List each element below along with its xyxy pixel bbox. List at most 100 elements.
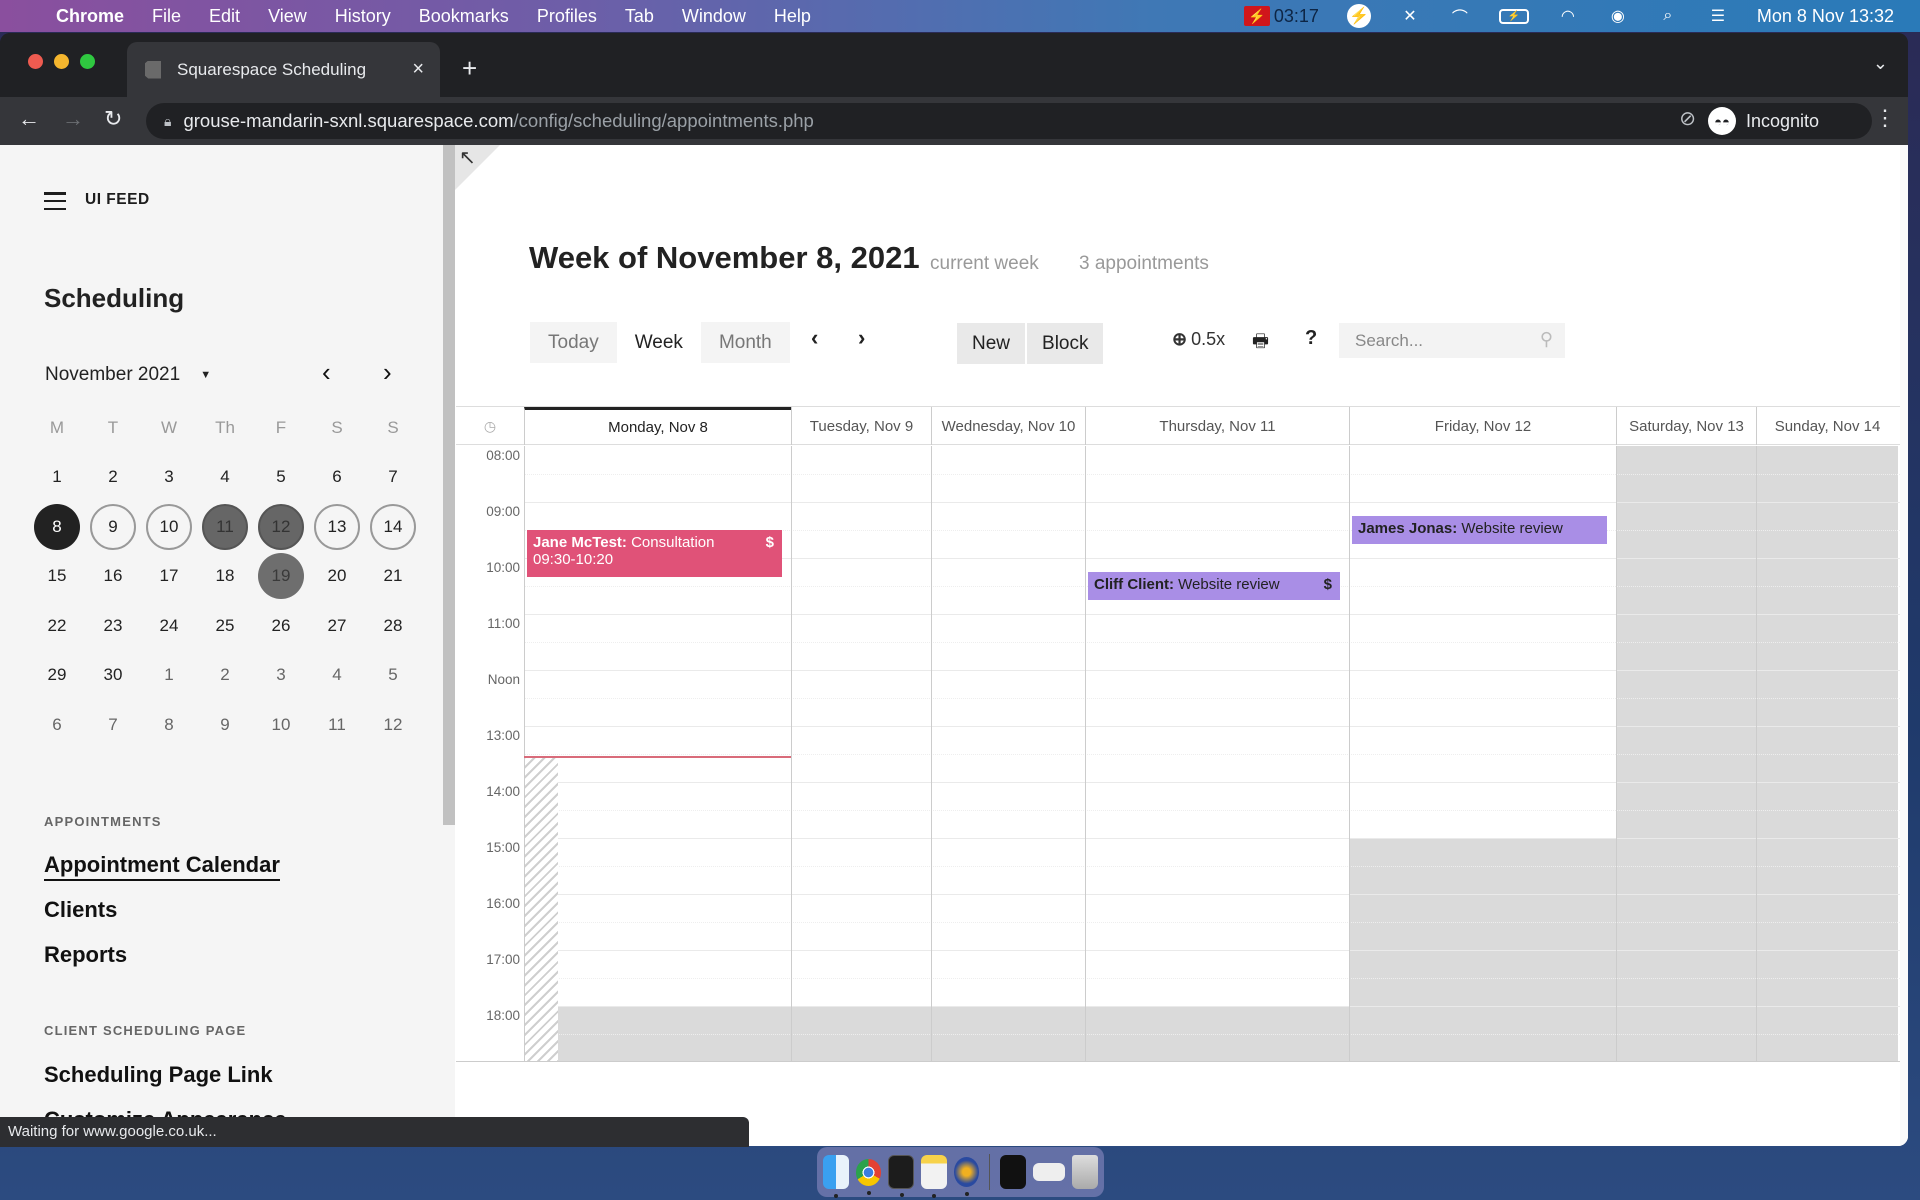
sidebar-link-scheduling-page-link[interactable]: Scheduling Page Link	[44, 1062, 273, 1088]
lock-icon[interactable]: 🔒︎	[164, 113, 171, 130]
bolt-app-icon[interactable]: ⚡	[1346, 4, 1371, 28]
day-column-header[interactable]: Saturday, Nov 13	[1616, 407, 1756, 445]
chrome-icon[interactable]	[855, 1158, 882, 1195]
mini-calendar-day[interactable]: 6	[29, 702, 85, 748]
battery-charging-icon[interactable]: ⚡	[1498, 8, 1529, 24]
control-center-icon[interactable]: ☰	[1707, 5, 1729, 27]
day-column-header[interactable]: Thursday, Nov 11	[1085, 407, 1349, 445]
menu-file[interactable]: File	[152, 6, 181, 27]
mini-calendar-day[interactable]: 8	[141, 702, 197, 748]
mini-calendar-day[interactable]: 2	[85, 454, 141, 500]
zoom-control[interactable]: ⊕ 0.5x	[1172, 329, 1225, 350]
mini-calendar-day[interactable]: 12	[365, 702, 421, 748]
incognito-profile-button[interactable]: ◓◓ Incognito	[1702, 103, 1872, 139]
screen-recorder-icon[interactable]	[1000, 1155, 1026, 1189]
mini-calendar-day[interactable]: 22	[29, 603, 85, 649]
mini-calendar-day[interactable]: 19	[258, 553, 304, 600]
mini-calendar-day[interactable]: 23	[85, 603, 141, 649]
user-account-icon[interactable]: ◉	[1607, 5, 1629, 27]
arrow-up-left-icon[interactable]: ↖	[459, 145, 476, 170]
day-column-header[interactable]: Wednesday, Nov 10	[931, 407, 1085, 445]
mini-calendar-day[interactable]: 20	[309, 553, 365, 599]
mini-calendar-day[interactable]: 3	[141, 454, 197, 500]
appointment-block[interactable]: James Jonas: Website review	[1352, 516, 1607, 544]
new-tab-button[interactable]: +	[462, 53, 477, 84]
mini-calendar-day[interactable]: 13	[314, 503, 360, 550]
window-preview-icon[interactable]	[1033, 1163, 1066, 1181]
mini-calendar-day[interactable]: 4	[197, 454, 253, 500]
trash-icon[interactable]	[1072, 1155, 1098, 1189]
chrome-menu-icon[interactable]: ⋮	[1874, 105, 1896, 131]
mini-calendar-day[interactable]: 1	[141, 652, 197, 698]
new-appointment-button[interactable]: New	[957, 323, 1026, 364]
mini-calendar-day[interactable]: 2	[197, 652, 253, 698]
menu-bookmarks[interactable]: Bookmarks	[419, 6, 509, 27]
day-column-header[interactable]: Monday, Nov 8	[524, 407, 791, 445]
mini-calendar-day[interactable]: 15	[29, 553, 85, 599]
browser-tab-active[interactable]: Squarespace Scheduling ×	[127, 42, 440, 97]
site-label[interactable]: UI FEED	[85, 191, 150, 209]
menu-help[interactable]: Help	[774, 6, 811, 27]
menu-tab[interactable]: Tab	[625, 6, 654, 27]
mini-calendar-day[interactable]: 12	[258, 503, 304, 550]
appointment-block[interactable]: Jane McTest: Consultation 09:30-10:20 $	[527, 530, 782, 577]
mini-calendar-day[interactable]: 26	[253, 603, 309, 649]
view-month-button[interactable]: Month	[701, 322, 790, 363]
spotlight-search-icon[interactable]: ⌕	[1657, 5, 1679, 27]
mini-calendar-day[interactable]: 14	[370, 503, 416, 550]
bolt-app-dock-icon[interactable]	[953, 1157, 980, 1196]
mini-calendar-day[interactable]: 5	[365, 652, 421, 698]
day-column-header[interactable]: Sunday, Nov 14	[1756, 407, 1898, 445]
day-column-header[interactable]: Tuesday, Nov 9	[791, 407, 931, 445]
mini-calendar-prev-month-button[interactable]: ‹	[322, 357, 331, 388]
next-week-chevron-icon[interactable]: ›	[858, 325, 865, 351]
minimize-window-button[interactable]	[54, 54, 69, 69]
menu-profiles[interactable]: Profiles	[537, 6, 597, 27]
address-bar[interactable]: 🔒︎ grouse-mandarin-sxnl.squarespace.com /…	[146, 103, 1730, 139]
menu-clock[interactable]: Mon 8 Nov 13:32	[1757, 6, 1894, 27]
mini-calendar-day[interactable]: 3	[253, 652, 309, 698]
mini-calendar-day[interactable]: 5	[253, 454, 309, 500]
mini-calendar-day[interactable]: 10	[146, 503, 192, 550]
main-scrollbar[interactable]	[1900, 145, 1908, 1146]
wifi-icon[interactable]: ◠	[1557, 5, 1579, 27]
mini-calendar-day[interactable]: 11	[202, 503, 248, 550]
print-icon[interactable]: 🖶︎	[1252, 329, 1269, 359]
mini-calendar-day[interactable]: 18	[197, 553, 253, 599]
maximize-window-button[interactable]	[80, 54, 95, 69]
mini-calendar-day[interactable]: 28	[365, 603, 421, 649]
mini-calendar-day[interactable]: 11	[309, 702, 365, 748]
previous-week-chevron-icon[interactable]: ‹	[811, 325, 818, 351]
view-today-button[interactable]: Today	[530, 322, 617, 363]
mini-calendar-day[interactable]: 16	[85, 553, 141, 599]
sidebar-link-clients[interactable]: Clients	[44, 897, 117, 923]
menu-app-name[interactable]: Chrome	[56, 6, 124, 27]
cloud-icon[interactable]: ⌒	[1449, 5, 1471, 27]
mini-calendar-day[interactable]: 9	[197, 702, 253, 748]
mini-calendar-day[interactable]: 7	[85, 702, 141, 748]
menu-edit[interactable]: Edit	[209, 6, 240, 27]
sidebar-link-appointment-calendar[interactable]: Appointment Calendar	[44, 852, 280, 881]
sidebar-scrollbar[interactable]	[443, 145, 455, 825]
tab-search-chevron-icon[interactable]: ⌄	[1873, 53, 1888, 74]
notes-icon[interactable]	[921, 1155, 947, 1198]
menu-window[interactable]: Window	[682, 6, 746, 27]
mini-calendar-day[interactable]: 30	[85, 652, 141, 698]
mini-calendar-day[interactable]: 24	[141, 603, 197, 649]
back-button[interactable]: ←	[18, 106, 40, 132]
mini-calendar-day[interactable]: 8	[34, 503, 80, 550]
mini-calendar-day[interactable]: 7	[365, 454, 421, 500]
view-week-button[interactable]: Week	[616, 322, 701, 363]
menu-history[interactable]: History	[335, 6, 391, 27]
sidebar-link-reports[interactable]: Reports	[44, 942, 127, 968]
tracking-protection-eye-off-icon[interactable]: ⊘	[1679, 106, 1696, 131]
search-icon[interactable]: ⚲	[1540, 329, 1553, 350]
mini-calendar-day[interactable]: 10	[253, 702, 309, 748]
hamburger-menu-icon[interactable]	[44, 192, 66, 210]
close-tab-icon[interactable]: ×	[412, 58, 424, 81]
close-window-button[interactable]	[28, 54, 43, 69]
mini-calendar-day[interactable]: 9	[90, 503, 136, 550]
screen-recording-indicator[interactable]: ⚡ 03:17	[1243, 6, 1319, 27]
day-column-header[interactable]: Friday, Nov 12	[1349, 407, 1616, 445]
reload-button[interactable]: ↻	[104, 106, 122, 132]
